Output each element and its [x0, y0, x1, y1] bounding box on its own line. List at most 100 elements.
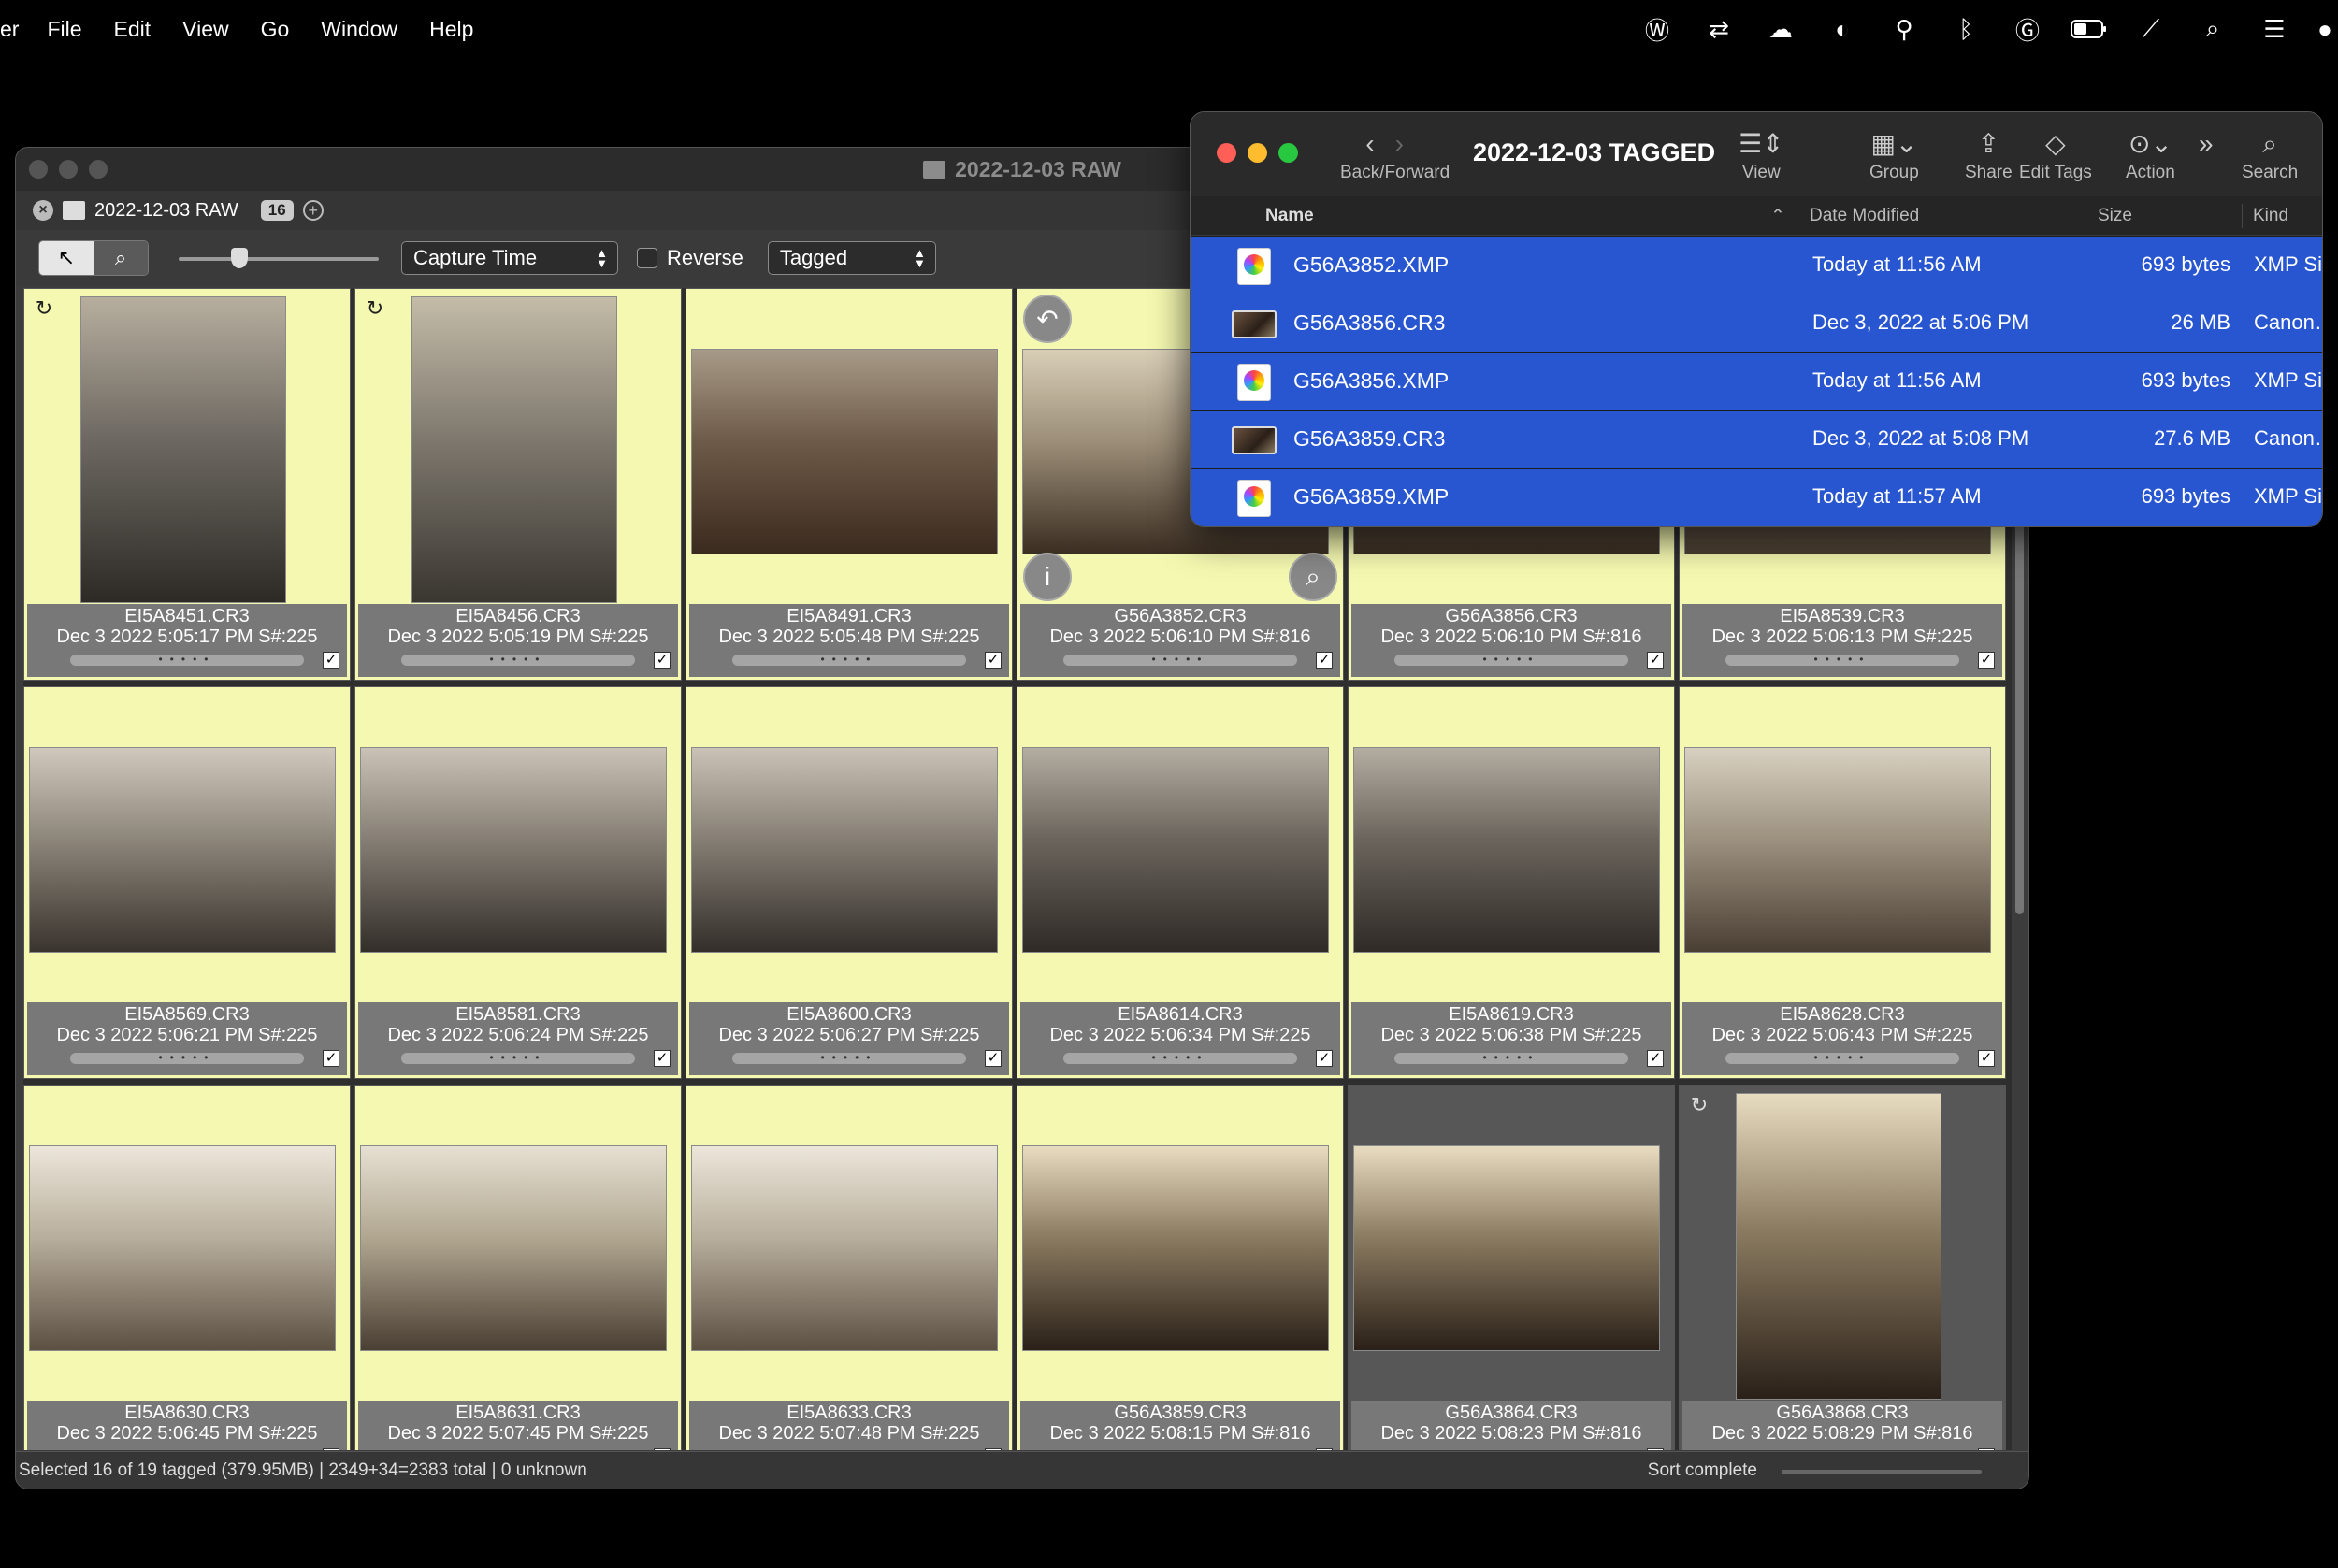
- arrow-tool-icon[interactable]: ↖: [39, 241, 94, 275]
- tag-checkbox[interactable]: ✓: [1978, 1050, 1995, 1067]
- rotate-icon[interactable]: ↻: [1687, 1093, 1711, 1117]
- photo-thumbnail[interactable]: [29, 1145, 336, 1351]
- star-rating[interactable]: •••••: [732, 654, 966, 666]
- file-row[interactable]: G56A3856.XMP Today at 11:56 AM 693 bytes XM…: [1191, 353, 2322, 410]
- close-button[interactable]: [1217, 143, 1236, 163]
- action-button[interactable]: ⊙⌄ Action: [2126, 127, 2175, 183]
- pie-icon[interactable]: ◐: [1824, 10, 1861, 48]
- star-rating[interactable]: •••••: [70, 654, 304, 666]
- tag-checkbox[interactable]: ✓: [654, 1448, 671, 1450]
- thumbnail-cell[interactable]: EI5A8569.CR3 Dec 3 2022 5:06:21 PM S#:225…: [23, 686, 351, 1079]
- rotate-icon[interactable]: ↻: [32, 296, 56, 321]
- thumbnail-cell[interactable]: G56A3864.CR3 Dec 3 2022 5:08:23 PM S#:816…: [1348, 1085, 1675, 1450]
- edit-tags-button[interactable]: ◇ Edit Tags: [2019, 127, 2092, 183]
- thumbnail-cell[interactable]: ↻ EI5A8451.CR3 Dec 3 2022 5:05:17 PM S#:22…: [23, 288, 351, 681]
- slider-thumb[interactable]: [231, 248, 248, 268]
- tag-checkbox[interactable]: ✓: [1978, 652, 1995, 669]
- close-button[interactable]: [29, 160, 48, 179]
- star-rating[interactable]: •••••: [1394, 1052, 1628, 1064]
- thumbnail-cell[interactable]: EI5A8491.CR3 Dec 3 2022 5:05:48 PM S#:225…: [686, 288, 1013, 681]
- tab-label[interactable]: 2022-12-03 RAW: [94, 200, 238, 222]
- sync-icon[interactable]: ⇄: [1700, 10, 1738, 48]
- back-forward-button[interactable]: ‹› Back/Forward: [1340, 127, 1450, 183]
- thumbnail-cell[interactable]: EI5A8619.CR3 Dec 3 2022 5:06:38 PM S#:225…: [1348, 686, 1675, 1079]
- battery-icon[interactable]: [2071, 10, 2108, 48]
- wifi-off-icon[interactable]: ⟋: [2132, 10, 2170, 48]
- bluetooth-icon[interactable]: ᛒ: [1947, 10, 1984, 48]
- rotate-back-icon[interactable]: ↶: [1023, 295, 1072, 343]
- menu-help[interactable]: Help: [429, 17, 473, 42]
- search-icon[interactable]: ⌕: [2194, 10, 2231, 48]
- tag-checkbox[interactable]: ✓: [985, 652, 1002, 669]
- name-column-header[interactable]: Name: [1265, 206, 1314, 226]
- tag-checkbox[interactable]: ✓: [323, 1050, 339, 1067]
- minimize-button[interactable]: [59, 160, 78, 179]
- tag-checkbox[interactable]: ✓: [1316, 1448, 1333, 1450]
- menu-file[interactable]: File: [47, 17, 81, 42]
- file-row[interactable]: G56A3859.XMP Today at 11:57 AM 693 bytes XM…: [1191, 469, 2322, 526]
- thumbnail-cell[interactable]: EI5A8630.CR3 Dec 3 2022 5:06:45 PM S#:225…: [23, 1085, 351, 1450]
- share-button[interactable]: ⇪ Share: [1965, 127, 2013, 183]
- thumbnail-cell[interactable]: G56A3859.CR3 Dec 3 2022 5:08:15 PM S#:816…: [1017, 1085, 1344, 1450]
- date-column-header[interactable]: Date Modified: [1810, 206, 1919, 226]
- photo-thumbnail[interactable]: [691, 1145, 998, 1351]
- tag-checkbox[interactable]: ✓: [323, 652, 339, 669]
- thumbnail-cell[interactable]: EI5A8628.CR3 Dec 3 2022 5:06:43 PM S#:225…: [1679, 686, 2006, 1079]
- thumbnail-cell[interactable]: ↻ G56A3868.CR3 Dec 3 2022 5:08:29 PM S#:81…: [1679, 1085, 2006, 1450]
- thumbnail-cell[interactable]: ↻ EI5A8456.CR3 Dec 3 2022 5:05:19 PM S#:22…: [354, 288, 682, 681]
- reverse-checkbox[interactable]: [637, 248, 657, 268]
- magnify-icon[interactable]: ⌕: [1289, 553, 1337, 601]
- thumbnail-size-slider[interactable]: [179, 247, 379, 269]
- star-rating[interactable]: •••••: [1725, 1052, 1959, 1064]
- photo-thumbnail[interactable]: [1022, 1145, 1329, 1351]
- tag-checkbox[interactable]: [1978, 1448, 1995, 1450]
- thumbnail-cell[interactable]: EI5A8631.CR3 Dec 3 2022 5:07:45 PM S#:225…: [354, 1085, 682, 1450]
- group-button[interactable]: ▦⌄ Group: [1869, 127, 1919, 183]
- pin-icon[interactable]: ⚲: [1885, 10, 1923, 48]
- tag-checkbox[interactable]: ✓: [1647, 1050, 1664, 1067]
- grammarly-icon[interactable]: Ⓖ: [2009, 10, 2046, 48]
- star-rating[interactable]: •••••: [1725, 654, 1959, 666]
- magnifier-tool-icon[interactable]: ⌕: [94, 241, 148, 275]
- star-rating[interactable]: •••••: [732, 1052, 966, 1064]
- more-toolbar-button[interactable]: »: [2199, 127, 2214, 161]
- tag-checkbox[interactable]: ✓: [985, 1050, 1002, 1067]
- tag-checkbox[interactable]: ✓: [1647, 652, 1664, 669]
- photo-thumbnail[interactable]: [1736, 1093, 1941, 1400]
- file-row[interactable]: G56A3852.XMP Today at 11:56 AM 693 bytes XM…: [1191, 237, 2322, 295]
- kind-column-header[interactable]: Kind: [2253, 206, 2288, 226]
- tag-checkbox[interactable]: [1647, 1448, 1664, 1450]
- file-row[interactable]: G56A3859.CR3 Dec 3, 2022 at 5:08 PM 27.6 M…: [1191, 411, 2322, 468]
- zoom-button[interactable]: [89, 160, 108, 179]
- thumbnail-cell[interactable]: EI5A8614.CR3 Dec 3 2022 5:06:34 PM S#:225…: [1017, 686, 1344, 1079]
- menu-go[interactable]: Go: [261, 17, 290, 42]
- tab-close-icon[interactable]: ×: [33, 200, 53, 221]
- photo-thumbnail[interactable]: [360, 1145, 667, 1351]
- minimize-button[interactable]: [1248, 143, 1267, 163]
- photo-thumbnail[interactable]: [691, 747, 998, 953]
- add-tab-icon[interactable]: +: [302, 200, 324, 221]
- photo-thumbnail[interactable]: [691, 349, 998, 554]
- menu-view[interactable]: View: [182, 17, 228, 42]
- thumbnail-cell[interactable]: EI5A8600.CR3 Dec 3 2022 5:06:27 PM S#:225…: [686, 686, 1013, 1079]
- info-icon[interactable]: i: [1023, 553, 1072, 601]
- star-rating[interactable]: •••••: [1063, 654, 1297, 666]
- photo-thumbnail[interactable]: [1684, 747, 1991, 953]
- zoom-button[interactable]: [1278, 143, 1298, 163]
- thumbnail-cell[interactable]: EI5A8633.CR3 Dec 3 2022 5:07:48 PM S#:225…: [686, 1085, 1013, 1450]
- tag-checkbox[interactable]: ✓: [654, 652, 671, 669]
- photo-thumbnail[interactable]: [1353, 747, 1660, 953]
- star-rating[interactable]: •••••: [401, 654, 635, 666]
- star-rating[interactable]: •••••: [401, 1052, 635, 1064]
- wordpress-icon[interactable]: Ⓦ: [1638, 10, 1676, 48]
- photo-thumbnail[interactable]: [1022, 747, 1329, 953]
- sort-select[interactable]: Capture Time ▲ ▼: [401, 241, 618, 275]
- tag-checkbox[interactable]: ✓: [323, 1448, 339, 1450]
- tag-checkbox[interactable]: ✓: [654, 1050, 671, 1067]
- filter-select[interactable]: Tagged ▲ ▼: [767, 241, 936, 275]
- photo-thumbnail[interactable]: [1353, 1145, 1660, 1351]
- creative-cloud-icon[interactable]: ☁: [1762, 10, 1799, 48]
- photo-thumbnail[interactable]: [80, 296, 286, 603]
- search-button[interactable]: ⌕ Search: [2242, 127, 2298, 183]
- rotate-icon[interactable]: ↻: [363, 296, 387, 321]
